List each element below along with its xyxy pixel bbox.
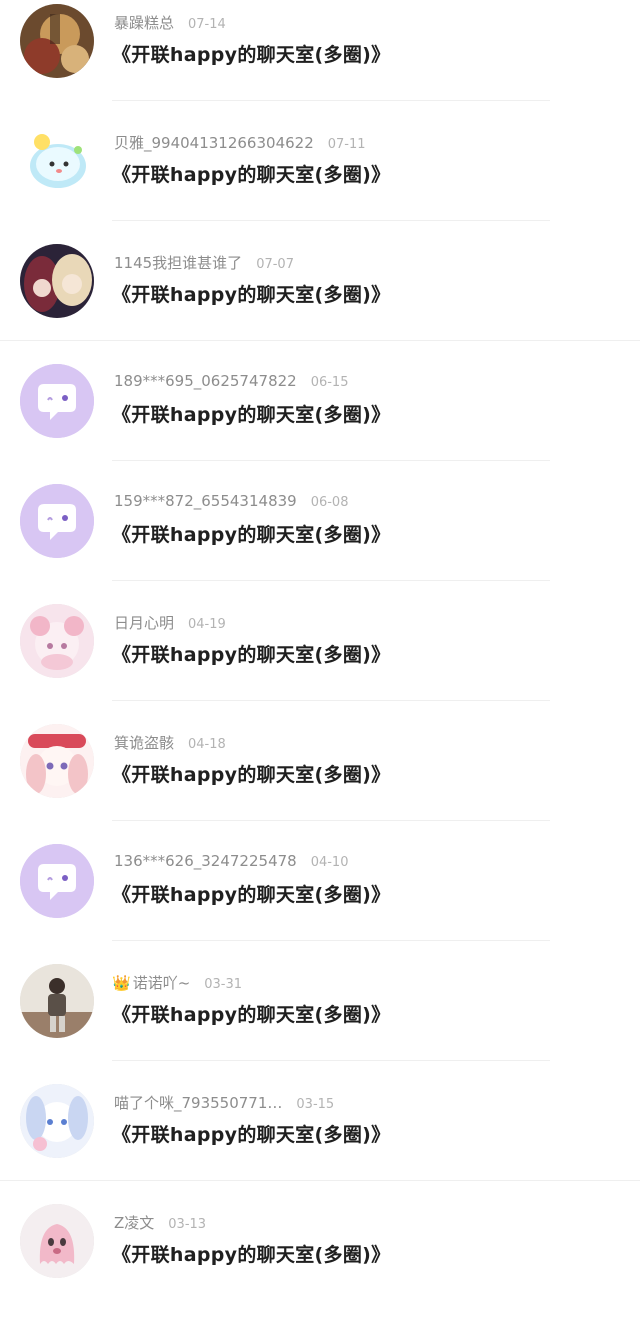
message-date: 07-11 xyxy=(327,137,366,152)
sender-name: Z凌文 xyxy=(114,1214,155,1232)
list-item[interactable]: 159***872_6554314839 06-08 《开联happy的聊天室(多… xyxy=(0,480,640,600)
list-item[interactable]: 暴躁糕总 07-14 《开联happy的聊天室(多圈)》 xyxy=(0,0,640,120)
sender-name: 136***626_3247225478 xyxy=(114,852,297,870)
message-meta: 👑 诺诺吖~ 03-31 xyxy=(112,972,242,993)
sender-name: 贝雅_99404131266304622 xyxy=(114,134,314,152)
list-item[interactable]: 👑 诺诺吖~ 03-31 《开联happy的聊天室(多圈)》 xyxy=(0,960,640,1080)
chatroom-title[interactable]: 《开联happy的聊天室(多圈)》 xyxy=(112,760,390,787)
avatar[interactable] xyxy=(20,724,94,798)
crown-icon: 👑 xyxy=(112,974,131,992)
sender-name: 日月心明 xyxy=(114,614,175,632)
list-item[interactable]: 1145我担谁甚谁了 07-07 《开联happy的聊天室(多圈)》 xyxy=(0,240,640,360)
list-item[interactable]: 136***626_3247225478 04-10 《开联happy的聊天室(多… xyxy=(0,840,640,960)
avatar[interactable] xyxy=(20,124,94,198)
message-meta: Z凌文 03-13 xyxy=(112,1212,206,1233)
sender-name: 箕诡盗骸 xyxy=(114,734,175,752)
sender-name: 159***872_6554314839 xyxy=(114,492,297,510)
chatroom-title[interactable]: 《开联happy的聊天室(多圈)》 xyxy=(112,640,390,667)
divider xyxy=(0,340,640,341)
message-meta: 159***872_6554314839 06-08 xyxy=(112,492,348,510)
sender-name: 1145我担谁甚谁了 xyxy=(114,254,243,272)
divider xyxy=(112,700,550,701)
chatroom-title[interactable]: 《开联happy的聊天室(多圈)》 xyxy=(112,880,390,907)
message-meta: 暴躁糕总 07-14 xyxy=(112,12,226,33)
avatar[interactable] xyxy=(20,1204,94,1278)
message-list: 暴躁糕总 07-14 《开联happy的聊天室(多圈)》 贝雅_994041312… xyxy=(0,0,640,1285)
message-meta: 贝雅_99404131266304622 07-11 xyxy=(112,132,366,153)
avatar[interactable] xyxy=(20,964,94,1038)
default-avatar[interactable] xyxy=(20,364,94,438)
divider xyxy=(112,580,550,581)
list-item[interactable]: 日月心明 04-19 《开联happy的聊天室(多圈)》 xyxy=(0,600,640,720)
divider xyxy=(112,940,550,941)
message-date: 03-13 xyxy=(168,1217,207,1232)
message-date: 06-15 xyxy=(310,375,349,390)
avatar[interactable] xyxy=(20,244,94,318)
chatroom-title[interactable]: 《开联happy的聊天室(多圈)》 xyxy=(112,400,390,427)
message-date: 07-14 xyxy=(188,17,226,32)
sender-name: 189***695_0625747822 xyxy=(114,372,297,390)
divider xyxy=(112,460,550,461)
message-date: 04-10 xyxy=(310,855,349,870)
chatroom-title[interactable]: 《开联happy的聊天室(多圈)》 xyxy=(112,1240,390,1267)
default-avatar[interactable] xyxy=(20,484,94,558)
chatroom-title[interactable]: 《开联happy的聊天室(多圈)》 xyxy=(112,1000,390,1027)
chatroom-title[interactable]: 《开联happy的聊天室(多圈)》 xyxy=(112,1120,390,1147)
divider xyxy=(112,220,550,221)
message-meta: 日月心明 04-19 xyxy=(112,612,226,633)
sender-name: 暴躁糕总 xyxy=(114,14,175,32)
divider xyxy=(112,1060,550,1061)
divider xyxy=(0,1180,640,1181)
avatar[interactable] xyxy=(20,4,94,78)
avatar[interactable] xyxy=(20,1084,94,1158)
default-avatar[interactable] xyxy=(20,844,94,918)
list-item[interactable]: 贝雅_99404131266304622 07-11 《开联happy的聊天室(多… xyxy=(0,120,640,240)
chatroom-title[interactable]: 《开联happy的聊天室(多圈)》 xyxy=(112,40,390,67)
sender-name: 喵了个咪_793550771… xyxy=(114,1094,283,1112)
chatroom-title[interactable]: 《开联happy的聊天室(多圈)》 xyxy=(112,280,390,307)
message-date: 03-31 xyxy=(204,977,243,992)
message-meta: 喵了个咪_793550771… 03-15 xyxy=(112,1092,334,1113)
message-meta: 136***626_3247225478 04-10 xyxy=(112,852,348,870)
chatroom-title[interactable]: 《开联happy的聊天室(多圈)》 xyxy=(112,520,390,547)
message-date: 07-07 xyxy=(256,257,294,272)
message-date: 04-19 xyxy=(188,617,226,632)
list-item[interactable]: 喵了个咪_793550771… 03-15 《开联happy的聊天室(多圈)》 xyxy=(0,1080,640,1200)
message-date: 03-15 xyxy=(296,1097,335,1112)
avatar[interactable] xyxy=(20,604,94,678)
message-meta: 箕诡盗骸 04-18 xyxy=(112,732,226,753)
message-meta: 1145我担谁甚谁了 07-07 xyxy=(112,252,294,273)
list-item[interactable]: Z凌文 03-13 《开联happy的聊天室(多圈)》 xyxy=(0,1200,640,1320)
message-meta: 189***695_0625747822 06-15 xyxy=(112,372,348,390)
divider xyxy=(112,820,550,821)
chatroom-title[interactable]: 《开联happy的聊天室(多圈)》 xyxy=(112,160,390,187)
list-item[interactable]: 箕诡盗骸 04-18 《开联happy的聊天室(多圈)》 xyxy=(0,720,640,840)
message-date: 06-08 xyxy=(310,495,349,510)
message-date: 04-18 xyxy=(188,737,226,752)
sender-name: 诺诺吖~ xyxy=(132,974,191,992)
divider xyxy=(112,100,550,101)
list-item[interactable]: 189***695_0625747822 06-15 《开联happy的聊天室(多… xyxy=(0,360,640,480)
